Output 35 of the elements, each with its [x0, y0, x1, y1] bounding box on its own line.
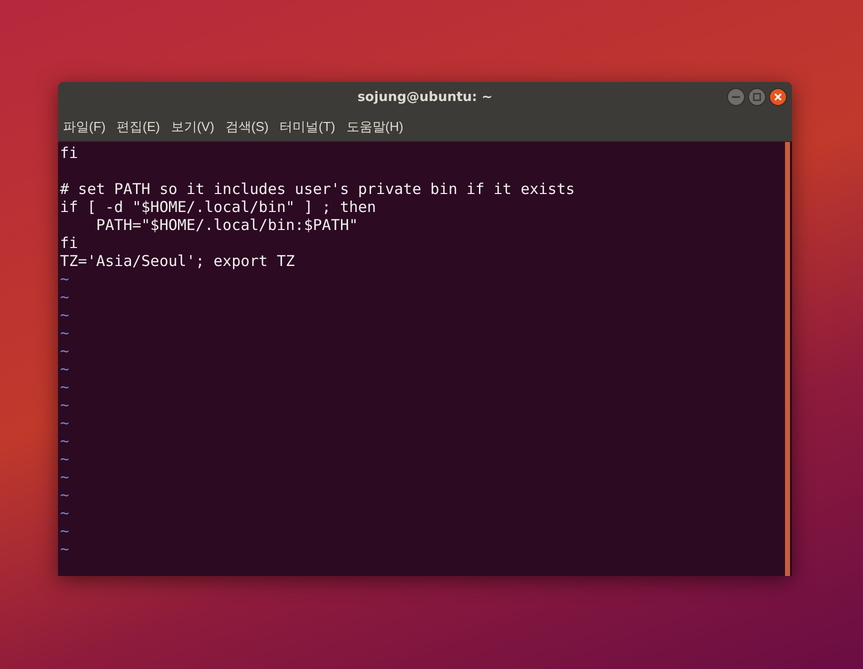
scrollbar[interactable] — [785, 142, 790, 576]
window-title: sojung@ubuntu: ~ — [357, 88, 493, 107]
minimize-icon — [732, 96, 740, 98]
menu-item[interactable]: 터미널(T) — [280, 117, 336, 137]
tilde-marker: ~ — [60, 468, 70, 486]
code-line: PATH="$HOME/.local/bin:$PATH" — [95, 216, 358, 234]
close-button[interactable] — [769, 88, 787, 106]
tilde-marker: ~ — [60, 540, 70, 558]
tilde-marker: ~ — [60, 360, 70, 378]
code-line: # set PATH so it includes user's private bin if it exists — [60, 180, 575, 198]
tilde-marker: ~ — [60, 432, 70, 450]
tilde-marker: ~ — [60, 324, 70, 342]
code-line: if [ -d "$HOME/.local/bin" ] ; then — [60, 198, 376, 216]
tilde-marker: ~ — [60, 450, 70, 468]
menu-item[interactable]: 검색(S) — [225, 117, 269, 137]
menu-item[interactable]: 도움말(H) — [346, 117, 404, 137]
tilde-marker: ~ — [60, 522, 70, 540]
tilde-marker: ~ — [60, 342, 70, 360]
code-line: fi — [60, 144, 78, 162]
menu-item[interactable]: 편집(E) — [116, 117, 160, 137]
tilde-marker: ~ — [60, 486, 70, 504]
tilde-marker: ~ — [60, 414, 70, 432]
tilde-marker: ~ — [60, 378, 70, 396]
tilde-marker: ~ — [60, 306, 70, 324]
tilde-marker: ~ — [60, 504, 70, 522]
code-line: fi — [60, 234, 78, 252]
minimize-button[interactable] — [727, 88, 745, 106]
close-icon — [774, 93, 782, 101]
maximize-icon — [753, 93, 761, 101]
code-line: TZ='Asia/Seoul'; export TZ — [60, 252, 295, 270]
menu-item[interactable]: 파일(F) — [63, 117, 106, 137]
tilde-marker: ~ — [60, 288, 70, 306]
tilde-marker: ~ — [60, 270, 70, 288]
tilde-marker: ~ — [60, 396, 70, 414]
menu-item[interactable]: 보기(V) — [170, 117, 214, 137]
